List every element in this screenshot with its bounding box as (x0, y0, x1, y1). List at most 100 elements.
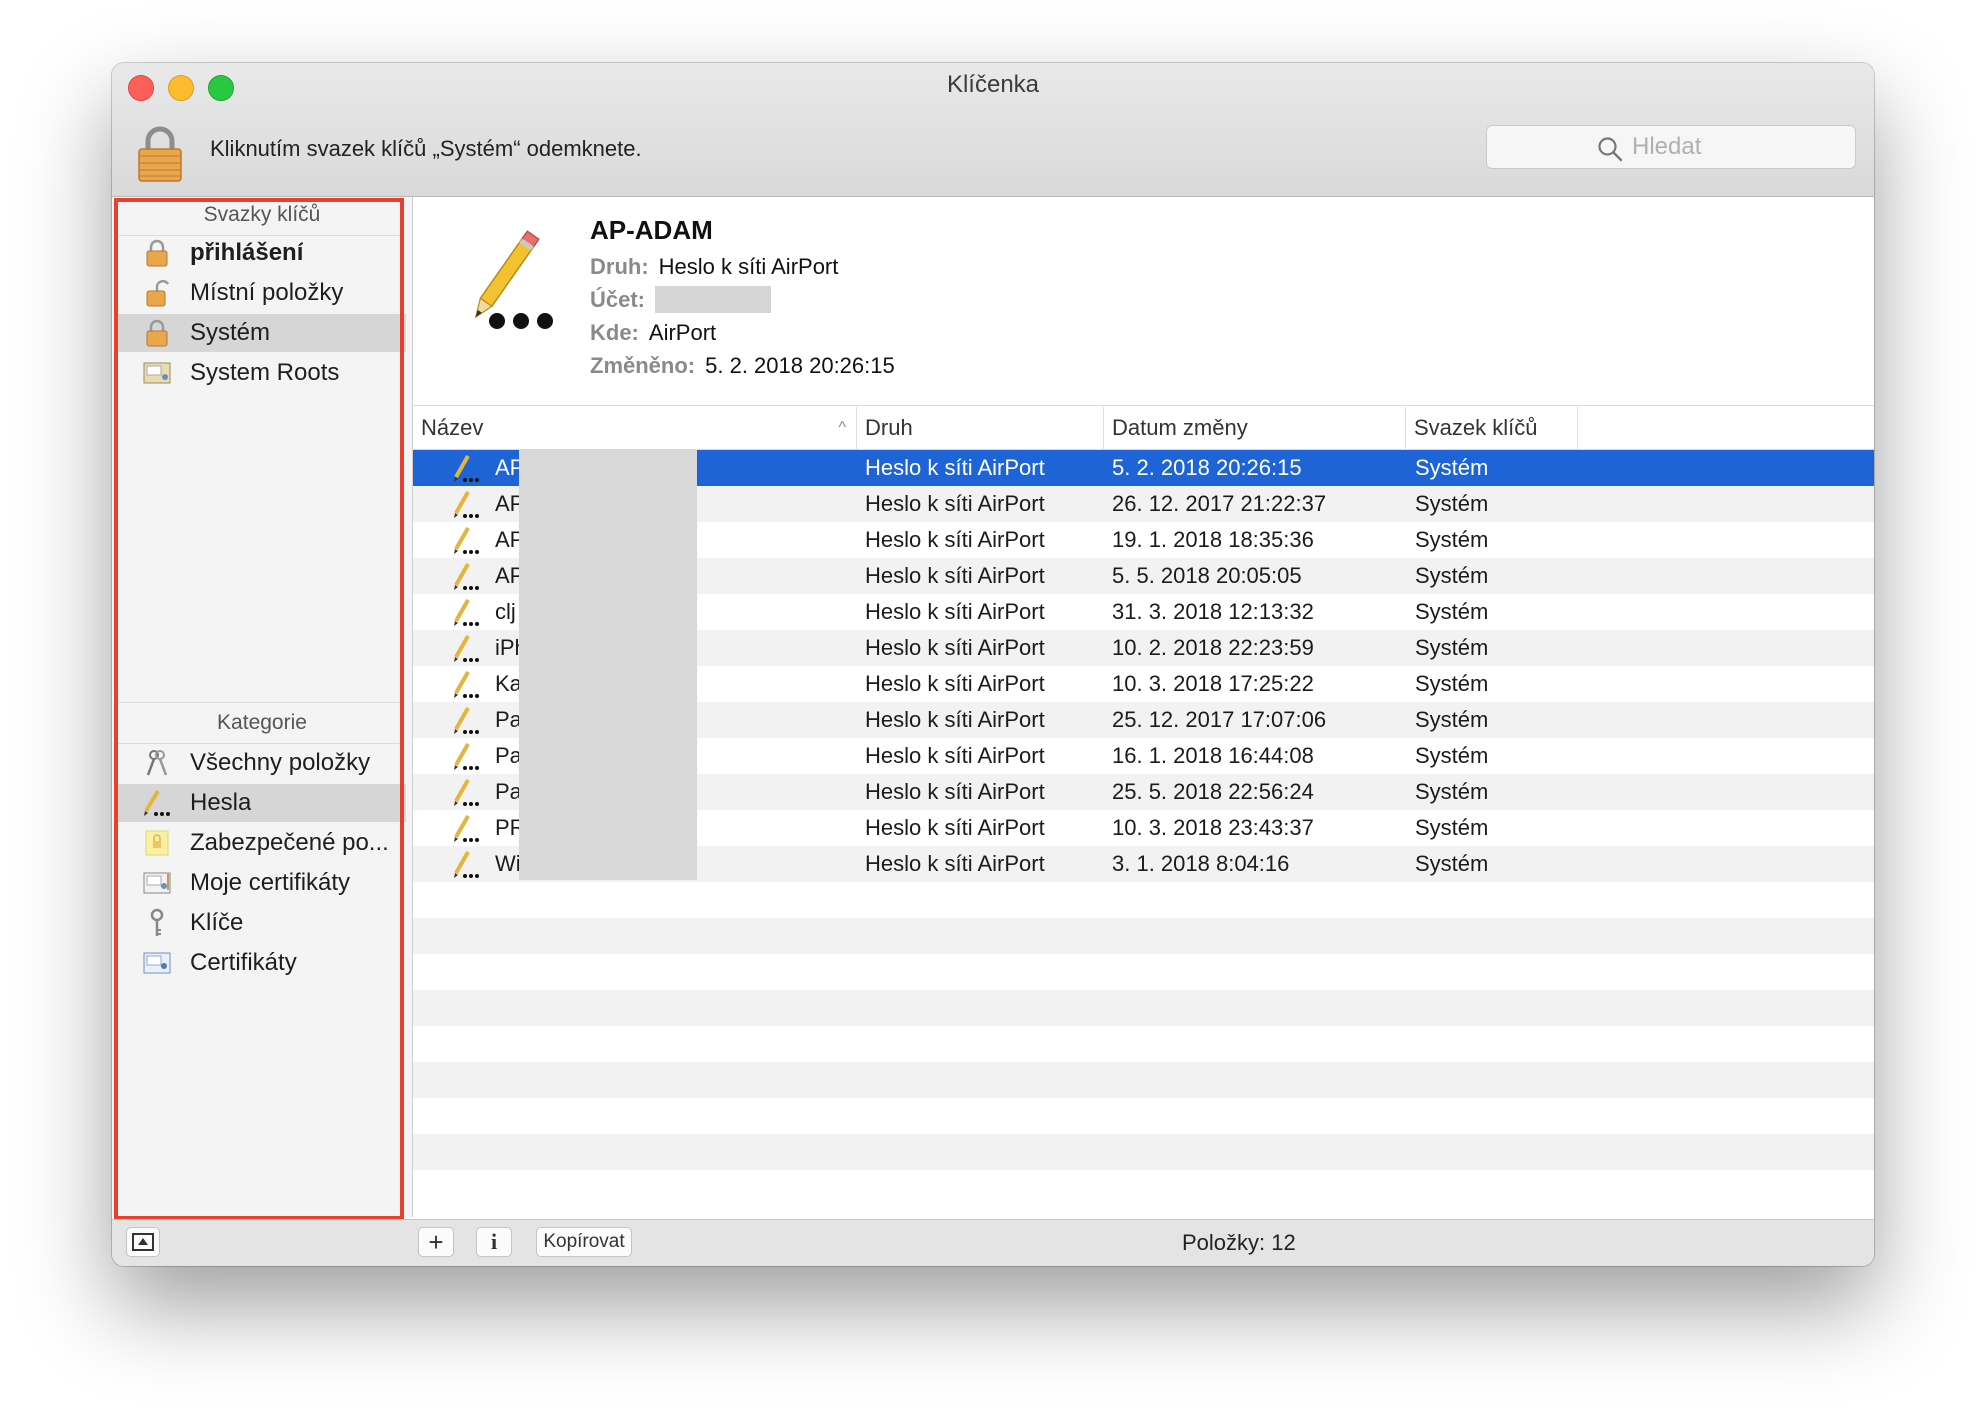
sidebar-item-all-items[interactable]: Všechny položky (118, 744, 406, 782)
sidebar-item-system-roots[interactable]: System Roots (118, 354, 406, 392)
cell-keychain: Systém (1415, 851, 1489, 876)
lock-icon[interactable] (136, 125, 184, 183)
password-icon (451, 849, 481, 879)
cell-kind: Heslo k síti AirPort (865, 455, 1045, 480)
sidebar-item-passwords[interactable]: Hesla (118, 784, 406, 822)
password-icon (451, 525, 481, 555)
sidebar-item-label: Moje certifikáty (190, 869, 351, 896)
cell-keychain: Systém (1415, 671, 1489, 696)
password-item-icon (441, 221, 565, 345)
toggle-sidebar-button[interactable] (126, 1227, 160, 1257)
sidebar-item-my-certificates[interactable]: Moje certifikáty (118, 864, 406, 902)
add-item-button[interactable]: + (418, 1227, 454, 1257)
column-header-name[interactable]: Název ^ (413, 407, 857, 449)
items-count: Položky: 12 (1182, 1230, 1296, 1255)
sidebar-item-local-items[interactable]: Místní položky (118, 274, 406, 312)
cell-name: iPh (495, 635, 519, 660)
column-header-keychain[interactable]: Svazek klíčů (1406, 407, 1578, 449)
cell-kind: Heslo k síti AirPort (865, 671, 1045, 696)
password-icon (451, 633, 481, 663)
modified-value: 5. 2. 2018 20:26:15 (705, 353, 895, 378)
cell-keychain: Systém (1415, 635, 1489, 660)
cell-name: AP (495, 527, 519, 552)
sidebar-item-label: Certifikáty (190, 949, 297, 976)
cell-kind: Heslo k síti AirPort (865, 779, 1045, 804)
certificate-icon (142, 948, 172, 978)
column-label: Datum změny (1112, 415, 1248, 440)
cell-date: 5. 5. 2018 20:05:05 (1112, 563, 1302, 588)
status-bar: + i Kopírovat Položky: 12 (112, 1219, 1874, 1266)
empty-row (413, 990, 1874, 1026)
cell-kind: Heslo k síti AirPort (865, 743, 1045, 768)
cell-name: PR (495, 815, 519, 840)
sidebar-item-keys[interactable]: Klíče (118, 904, 406, 942)
empty-row (413, 1170, 1874, 1206)
cell-kind: Heslo k síti AirPort (865, 491, 1045, 516)
cell-keychain: Systém (1415, 563, 1489, 588)
sidebar-item-label: Systém (190, 319, 271, 346)
cell-date: 16. 1. 2018 16:44:08 (1112, 743, 1314, 768)
sort-ascending-icon: ^ (838, 419, 846, 436)
lock-open-icon (142, 278, 172, 308)
where-label: Kde: (590, 320, 639, 345)
cell-date: 10. 3. 2018 23:43:37 (1112, 815, 1314, 840)
sidebar-item-label: Všechny položky (190, 749, 371, 776)
sidebar-item-label: Hesla (190, 789, 252, 816)
cell-keychain: Systém (1415, 455, 1489, 480)
column-label: Svazek klíčů (1414, 415, 1538, 440)
cell-date: 10. 2. 2018 22:23:59 (1112, 635, 1314, 660)
item-account-row: Účet: (590, 285, 772, 313)
cell-date: 25. 12. 2017 17:07:06 (1112, 707, 1327, 732)
cell-name: Pa (495, 707, 519, 732)
cell-keychain: Systém (1415, 491, 1489, 516)
empty-row (413, 882, 1874, 918)
cell-kind: Heslo k síti AirPort (865, 527, 1045, 552)
cell-date: 5. 2. 2018 20:26:15 (1112, 455, 1302, 480)
item-modified-row: Změněno: 5. 2. 2018 20:26:15 (590, 353, 895, 379)
cell-keychain: Systém (1415, 779, 1489, 804)
cell-kind: Heslo k síti AirPort (865, 851, 1045, 876)
sidebar-toggle-icon (132, 1233, 154, 1251)
column-label: Druh (865, 415, 913, 440)
item-detail: AP-ADAM Druh: Heslo k síti AirPort Účet: … (413, 197, 1874, 406)
window-title: Klíčenka (946, 71, 1040, 98)
password-icon (451, 705, 481, 735)
cell-name: Ka (495, 671, 519, 696)
cell-date: 3. 1. 2018 8:04:16 (1112, 851, 1290, 876)
column-header-kind[interactable]: Druh (857, 407, 1104, 449)
names-redaction (519, 450, 697, 880)
cell-name: clj (495, 599, 516, 624)
cell-keychain: Systém (1415, 599, 1489, 624)
empty-row (413, 1062, 1874, 1098)
cell-name: Pa (495, 779, 519, 804)
sidebar-item-label: Místní položky (190, 279, 344, 306)
kind-label: Druh: (590, 254, 649, 279)
info-button[interactable]: i (476, 1227, 512, 1257)
modified-label: Změněno: (590, 353, 696, 378)
sidebar-item-label: přihlášení (190, 239, 304, 266)
cell-name: AP (495, 491, 519, 516)
password-icon (451, 597, 481, 627)
copy-button[interactable]: Kopírovat (536, 1227, 632, 1257)
lock-closed-icon (142, 318, 172, 348)
password-icon (451, 741, 481, 771)
cell-name: AP (495, 563, 519, 588)
search-icon (1598, 137, 1623, 162)
table-header: Název ^ Druh Datum změny Svazek klíčů (413, 407, 1874, 450)
lock-message[interactable]: Kliknutím svazek klíčů „Systém“ odemknet… (210, 136, 642, 162)
search-field[interactable] (1486, 125, 1856, 169)
empty-row (413, 954, 1874, 990)
sidebar-item-login[interactable]: přihlášení (118, 234, 406, 272)
sidebar-item-secure-notes[interactable]: Zabezpečené po... (118, 824, 406, 862)
cell-name: AP (495, 455, 519, 480)
where-value: AirPort (648, 320, 717, 345)
sidebar-item-certificates[interactable]: Certifikáty (118, 944, 406, 982)
column-header-date[interactable]: Datum změny (1104, 407, 1406, 449)
sidebar: Svazky klíčů přihlášení Místní položky S… (112, 197, 413, 1217)
empty-row (413, 1098, 1874, 1134)
item-where-row: Kde: AirPort (590, 320, 716, 346)
password-icon (451, 669, 481, 699)
sidebar-item-label: Zabezpečené po... (190, 829, 389, 856)
search-input[interactable] (1632, 133, 1832, 161)
sidebar-item-system[interactable]: Systém (118, 314, 406, 352)
